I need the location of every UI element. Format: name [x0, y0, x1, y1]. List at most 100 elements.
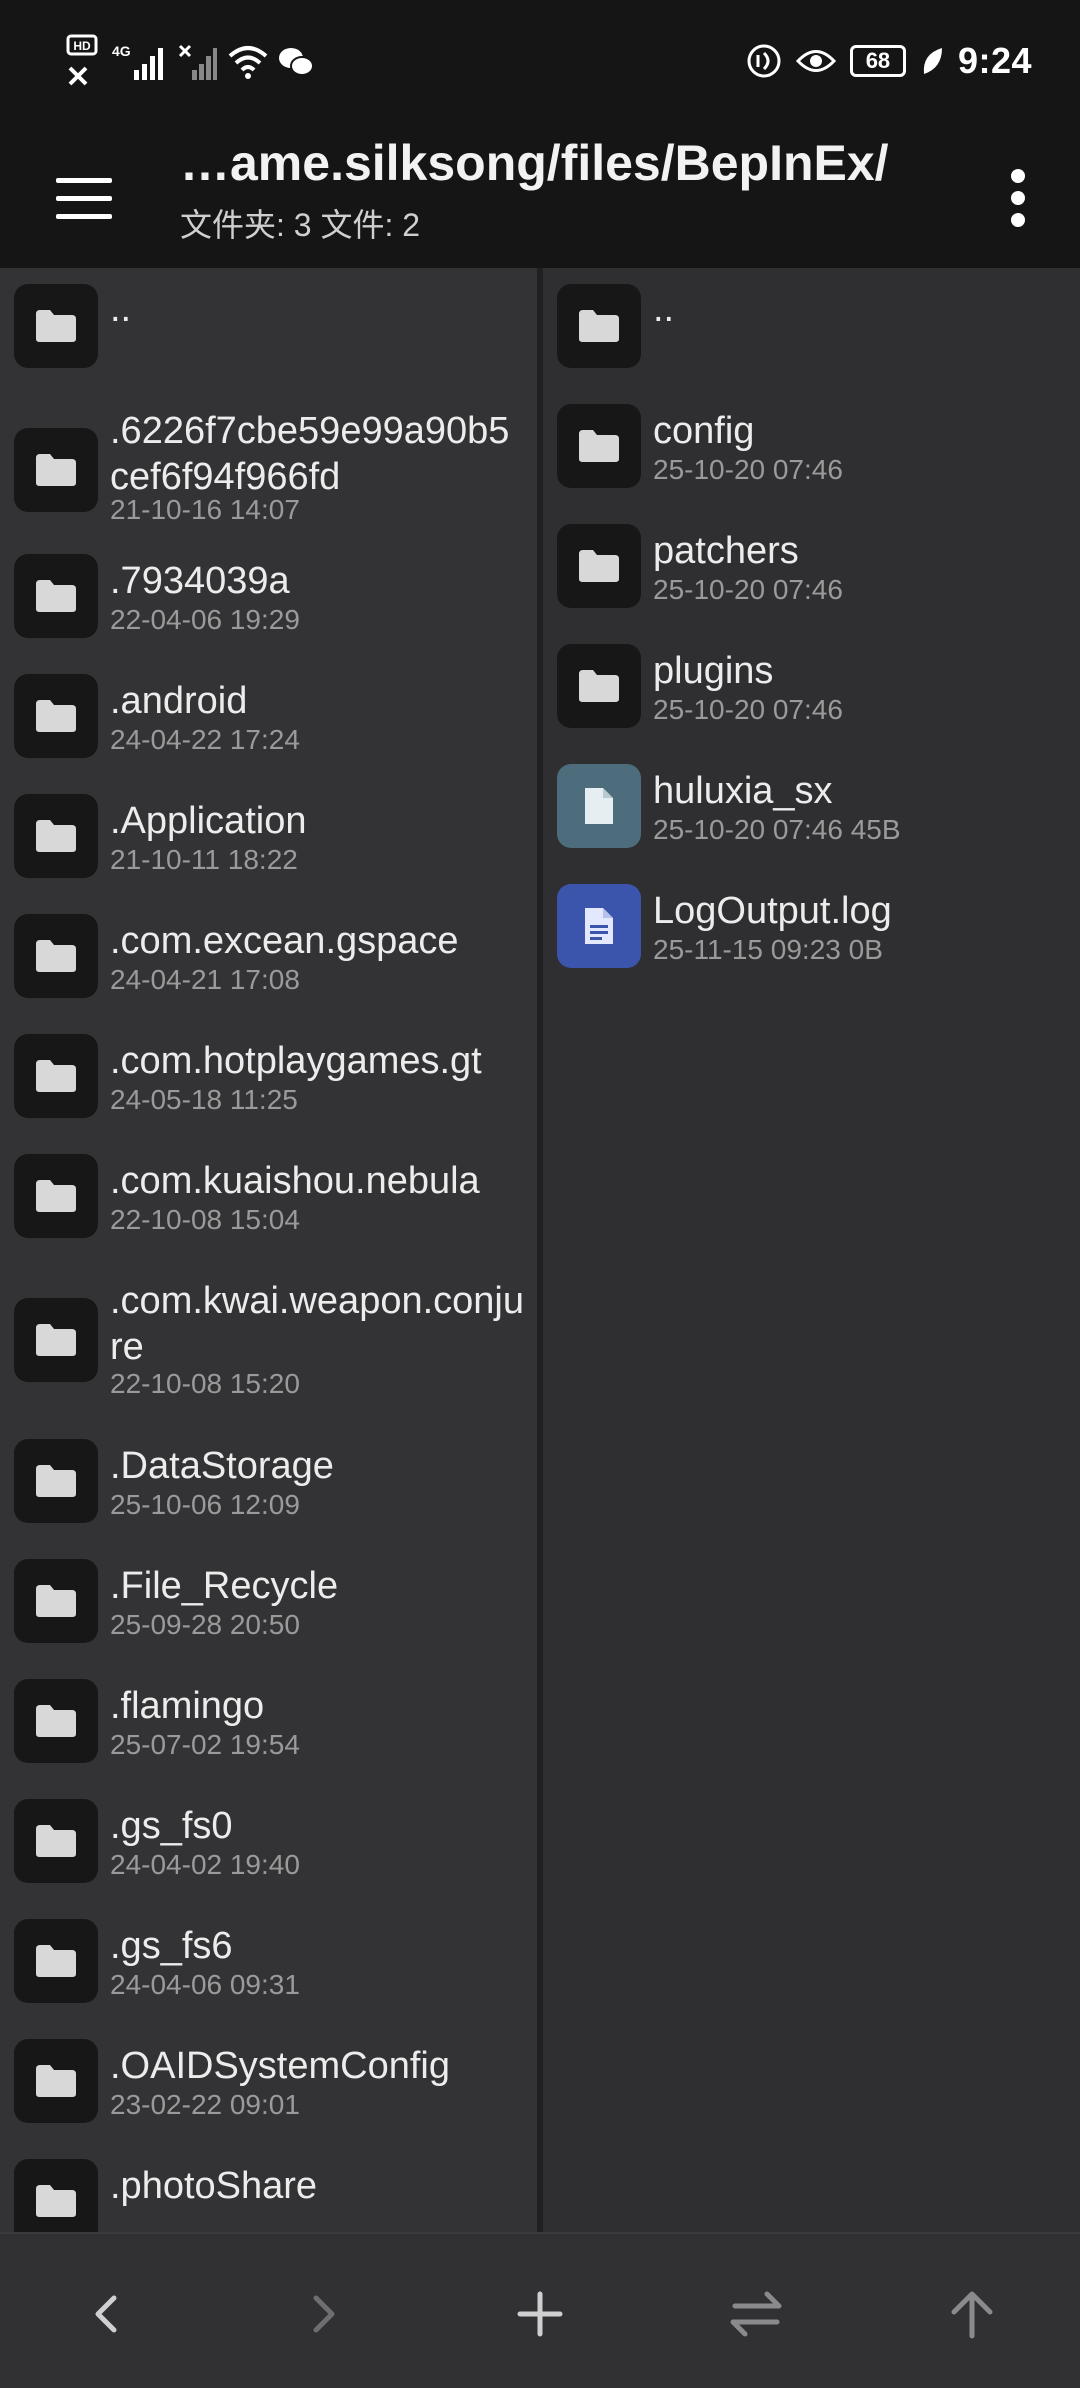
list-item[interactable]: .android 24-04-22 17:24	[0, 658, 537, 778]
wifi-icon	[228, 46, 268, 79]
folder-icon	[14, 794, 98, 878]
item-meta: 22-10-08 15:04	[110, 1204, 300, 1235]
item-name: huluxia_sx	[653, 770, 833, 812]
item-meta: 22-10-08 15:20	[110, 1368, 300, 1399]
item-name: plugins	[653, 650, 774, 692]
battery-icon: 68	[849, 45, 906, 77]
item-name: .Application	[110, 800, 307, 842]
item-name: ..	[110, 288, 132, 330]
item-name: LogOutput.log	[653, 890, 892, 932]
list-item[interactable]: huluxia_sx 25-10-20 07:46 45B	[543, 748, 1080, 868]
list-item[interactable]: .DataStorage 25-10-06 12:09	[0, 1423, 537, 1543]
wechat-icon	[279, 48, 314, 76]
folder-icon	[557, 524, 641, 608]
left-file-list[interactable]: .. .6226f7cbe59e99a90b5cef6f94f966fd 21-10…	[0, 268, 537, 2232]
item-name: .File_Recycle	[110, 1565, 339, 1607]
list-item[interactable]: config 25-10-20 07:46	[543, 388, 1080, 508]
status-bar: HD 4G 68 9:24	[0, 0, 1080, 128]
item-meta: 25-09-28 20:50	[110, 1609, 300, 1640]
list-item[interactable]: .com.hotplaygames.gt 24-05-18 11:25	[0, 1018, 537, 1138]
folder-icon	[14, 1034, 98, 1118]
status-left-icons: HD 4G	[66, 34, 314, 90]
folder-icon	[14, 1799, 98, 1883]
forward-icon	[313, 2295, 335, 2333]
more-vert-icon	[1011, 169, 1025, 227]
file-manager-screen: HD 4G 68 9:24 …ame.silksong/files/BepInE…	[0, 0, 1080, 2388]
path-title: …ame.silksong/files/BepInEx/	[180, 135, 889, 191]
list-item[interactable]: .flamingo 25-07-02 19:54	[0, 1663, 537, 1783]
list-item[interactable]: .File_Recycle 25-09-28 20:50	[0, 1543, 537, 1663]
swap-panes-button[interactable]	[716, 2274, 796, 2354]
folder-icon	[14, 1559, 98, 1643]
list-item[interactable]: patchers 25-10-20 07:46	[543, 508, 1080, 628]
parent-directory-item[interactable]: ..	[0, 268, 537, 388]
folder-icon	[14, 1154, 98, 1238]
back-icon	[95, 2295, 117, 2333]
list-item[interactable]: .com.excean.gspace 24-04-21 17:08	[0, 898, 537, 1018]
item-name: .6226f7cbe59e99a90b5cef6f94f966fd	[110, 410, 510, 498]
list-item[interactable]: .OAIDSystemConfig 23-02-22 09:01	[0, 2023, 537, 2143]
list-item[interactable]: .7934039a 22-04-06 19:29	[0, 538, 537, 658]
item-meta: 24-04-06 09:31	[110, 1969, 300, 2000]
item-name: .com.kuaishou.nebula	[110, 1160, 480, 1202]
list-item[interactable]: .gs_fs6 24-04-06 09:31	[0, 1903, 537, 2023]
folder-icon	[557, 404, 641, 488]
folder-icon	[14, 1298, 98, 1382]
item-meta: 25-07-02 19:54	[110, 1729, 300, 1760]
item-meta: 25-10-20 07:46	[653, 694, 843, 725]
list-item[interactable]: plugins 25-10-20 07:46	[543, 628, 1080, 748]
item-meta: 24-04-21 17:08	[110, 964, 300, 995]
list-item[interactable]: .gs_fs0 24-04-02 19:40	[0, 1783, 537, 1903]
list-item[interactable]: .6226f7cbe59e99a90b5cef6f94f966fd 21-10-1…	[0, 388, 537, 538]
hd-icon: HD	[66, 34, 98, 86]
item-name: .photoShare	[110, 2165, 318, 2207]
item-meta: 25-11-15 09:23 0B	[653, 934, 883, 965]
list-item[interactable]: .com.kwai.weapon.conjure 22-10-08 15:20	[0, 1258, 537, 1423]
eye-comfort-icon	[795, 50, 836, 72]
clock: 9:24	[957, 40, 1032, 81]
item-meta: 22-04-06 19:29	[110, 604, 300, 635]
back-button[interactable]	[68, 2274, 148, 2354]
item-name: ..	[653, 288, 675, 330]
app-bar: …ame.silksong/files/BepInEx/ 文件夹: 3 文件: …	[0, 128, 1080, 268]
up-directory-button[interactable]	[932, 2274, 1012, 2354]
item-name: .gs_fs0	[110, 1805, 233, 1847]
item-meta: 25-10-20 07:46 45B	[653, 814, 901, 845]
signal-icon: 4G	[112, 43, 163, 80]
item-meta: 24-05-18 11:25	[110, 1084, 298, 1115]
svg-text:HD: HD	[73, 39, 91, 53]
folder-icon	[14, 554, 98, 638]
folder-icon	[14, 1439, 98, 1523]
right-file-list[interactable]: .. config 25-10-20 07:46 patchers 25-10-20 0…	[543, 268, 1080, 2232]
item-meta: 25-10-06 12:09	[110, 1489, 300, 1520]
item-meta: 23-02-22 09:01	[110, 2089, 300, 2120]
svg-text:4G: 4G	[112, 43, 131, 59]
item-name: .com.kwai.weapon.conjure	[110, 1280, 524, 1368]
item-meta: 21-10-16 14:07	[110, 494, 300, 525]
list-item[interactable]: .com.kuaishou.nebula 22-10-08 15:04	[0, 1138, 537, 1258]
menu-button[interactable]	[52, 166, 116, 230]
folder-icon	[557, 284, 641, 368]
list-item[interactable]: LogOutput.log 25-11-15 09:23 0B	[543, 868, 1080, 988]
folder-icon	[14, 914, 98, 998]
bottom-toolbar	[0, 2232, 1080, 2388]
item-name: .com.excean.gspace	[110, 920, 459, 962]
overflow-menu-button[interactable]	[980, 158, 1050, 238]
item-meta: 25-10-20 07:46	[653, 454, 843, 485]
parent-directory-item[interactable]: ..	[543, 268, 1080, 388]
item-name: .DataStorage	[110, 1445, 334, 1487]
add-icon	[517, 2291, 563, 2337]
folder-icon	[14, 1679, 98, 1763]
folder-icon	[14, 674, 98, 758]
folder-icon	[557, 644, 641, 728]
item-name: .gs_fs6	[110, 1925, 233, 1967]
list-item[interactable]: .photoShare	[0, 2143, 537, 2232]
forward-button[interactable]	[282, 2274, 362, 2354]
item-name: patchers	[653, 530, 799, 572]
item-name: .android	[110, 680, 248, 722]
add-button[interactable]	[500, 2274, 580, 2354]
charging-leaf-icon	[923, 48, 942, 74]
swap-panes-icon	[730, 2291, 782, 2337]
item-meta: 24-04-02 19:40	[110, 1849, 300, 1880]
list-item[interactable]: .Application 21-10-11 18:22	[0, 778, 537, 898]
